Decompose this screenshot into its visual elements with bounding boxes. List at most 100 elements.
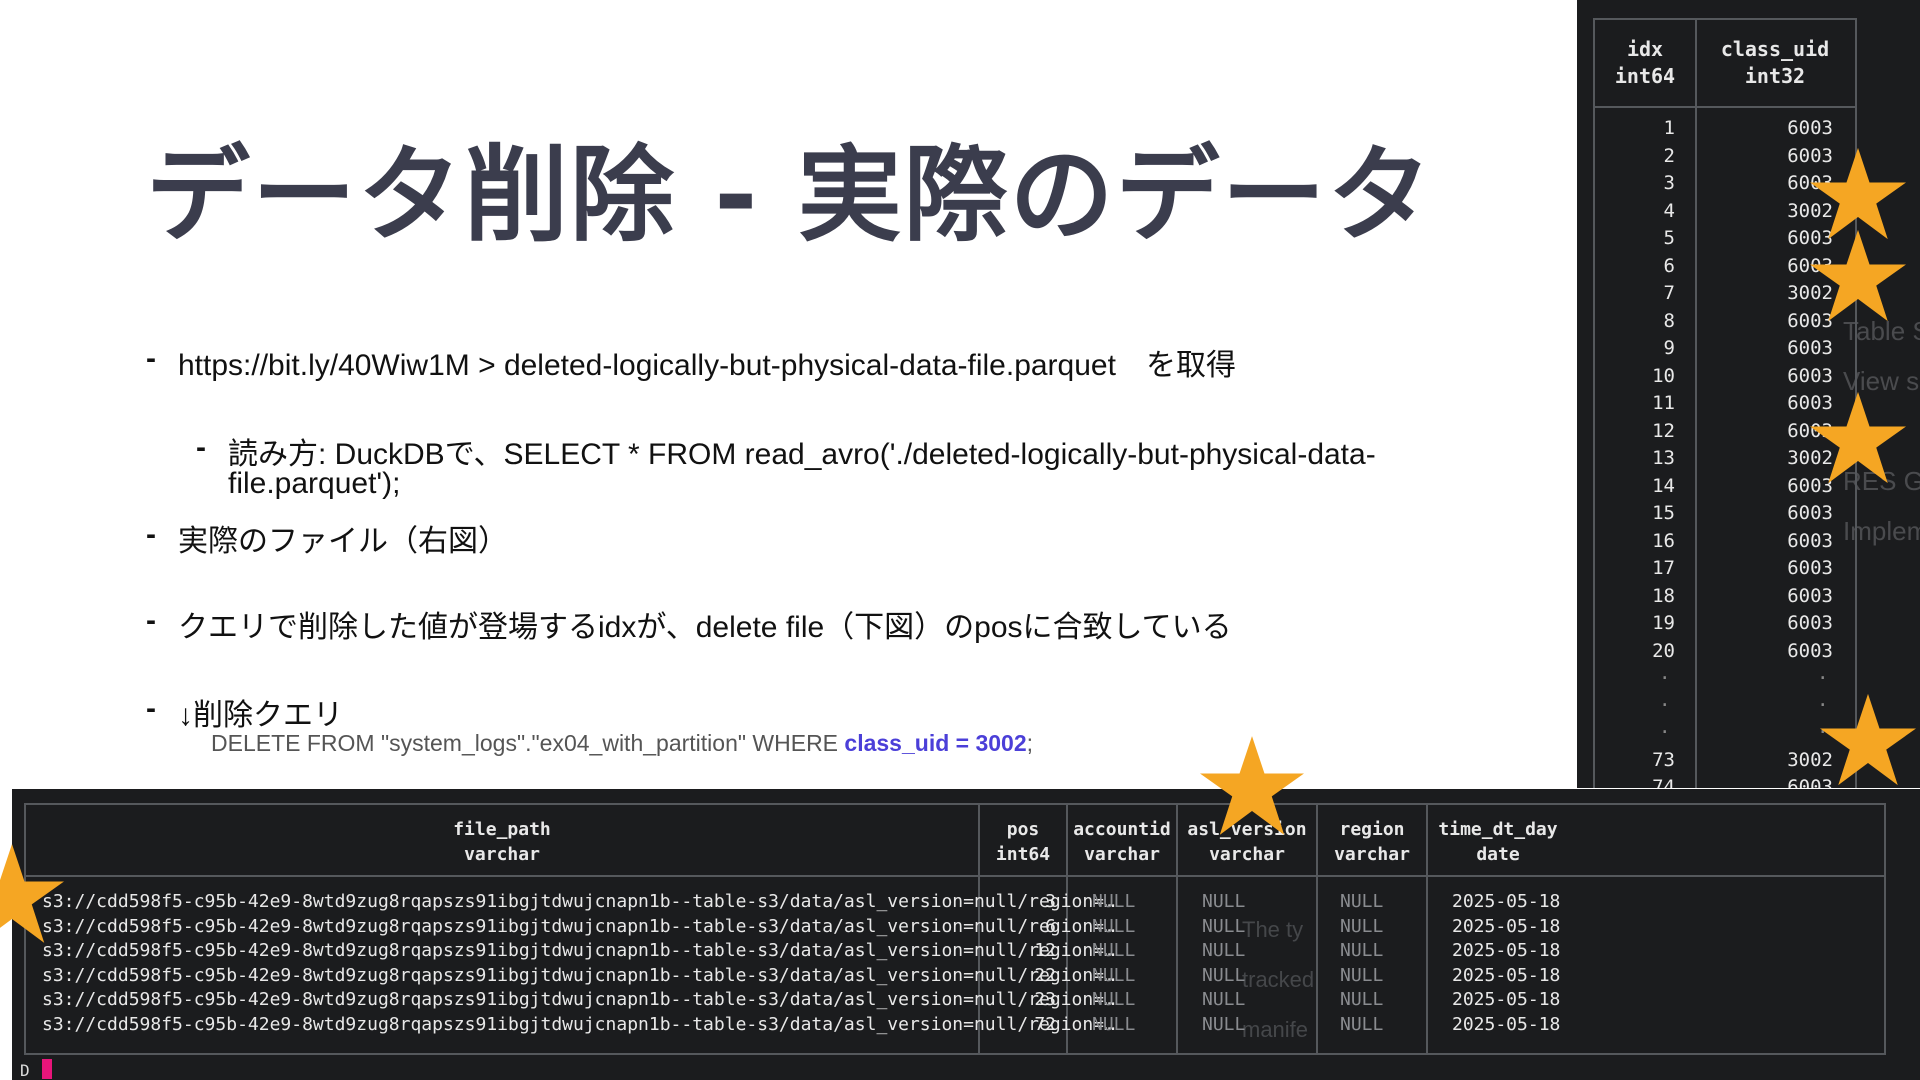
star-marker-icon [1820,693,1916,786]
idx-cell: 17 [1652,557,1675,579]
star-marker-icon [1810,391,1906,484]
sql-suffix: ; [1026,730,1034,756]
pos-cell: 23 [1034,989,1056,1010]
asl-version-cell: NULL [1202,964,1246,986]
table-row: 74 6003 [1595,776,1855,788]
idx-cell: 18 [1652,584,1675,607]
idx-cell: 8 [1663,309,1675,332]
bullet-read-method-cont: file.parquet'); [228,467,401,500]
pos-cell: 72 [1034,1013,1056,1035]
delete-sql-query: DELETE FROM "system_logs"."ex04_with_par… [211,730,1033,757]
idx-cell: 5 [1663,227,1675,249]
table-row: s3://cdd598f5-c95b-42e9-8wtd9zug8rqapszs… [26,1014,1884,1039]
column-header-pos: pos int64 [995,819,1051,865]
terminal-cursor[interactable] [42,1059,52,1079]
file-path-cell: s3://cdd598f5-c95b-42e9-8wtd9zug8rqapszs… [42,1013,1115,1035]
accountid-cell: NULL [1092,891,1136,912]
table-row: s3://cdd598f5-c95b-42e9-8wtd9zug8rqapszs… [26,916,1884,941]
accountid-cell: NULL [1092,915,1136,937]
ellipsis-dot: · [1659,667,1671,689]
class-uid-cell: 6003 [1787,639,1833,662]
bullet-dash: - [146,342,156,375]
class-uid-cell: 6003 [1787,529,1833,552]
bullet-idx-pos: クエリで削除した値が登場するidxが、delete file（下図）のposに合… [178,611,1232,644]
class-uid-cell: 6003 [1787,117,1833,139]
table-row: s3://cdd598f5-c95b-42e9-8wtd9zug8rqapszs… [26,940,1884,965]
region-cell: NULL [1340,1013,1384,1035]
idx-cell: 15 [1652,502,1675,524]
idx-cell: 14 [1652,474,1675,497]
idx-cell: 6 [1663,254,1675,277]
file-path-cell: s3://cdd598f5-c95b-42e9-8wtd9zug8rqapszs… [42,891,1115,912]
accountid-cell: NULL [1092,1013,1136,1035]
pos-cell: 6 [1045,915,1056,937]
star-marker-icon [1810,229,1906,322]
table-row: 15 6003 [1595,502,1855,529]
table-row: 10 6003 [1595,365,1855,392]
table-row: s3://cdd598f5-c95b-42e9-8wtd9zug8rqapszs… [26,989,1884,1014]
table-row: 19 6003 [1595,612,1855,639]
accountid-cell: NULL [1092,940,1136,961]
idx-cell: 13 [1652,447,1675,469]
sql-prefix: DELETE FROM "system_logs"."ex04_with_par… [211,730,845,756]
terminal-prompt: D [20,1061,30,1080]
idx-cell: 20 [1652,639,1675,662]
slide-title: データ削除 - 実際のデータ [146,134,1434,256]
region-cell: NULL [1340,915,1384,937]
class-uid-cell: 6003 [1787,557,1833,579]
time-dt-day-cell: 2025-05-18 [1452,989,1561,1010]
bullet-dash: - [146,692,156,725]
idx-cell: 16 [1652,529,1675,552]
bullet-actual-file: 実際のファイル（右図） [178,525,508,558]
table-row: s3://cdd598f5-c95b-42e9-8wtd9zug8rqapszs… [26,891,1884,916]
time-dt-day-cell: 2025-05-18 [1452,891,1561,912]
ellipsis-dot: · [1817,667,1829,689]
bullet-download: https://bit.ly/40Wiw1M > deleted-logical… [178,349,1236,382]
column-header-idx: idx int64 [1614,37,1676,88]
idx-cell: 11 [1652,392,1675,414]
sql-highlight: class_uid = 3002 [844,730,1027,756]
idx-cell: 2 [1663,144,1675,167]
delete-file-table-grid: file_path varchar pos int64 accountid varch… [24,803,1886,1055]
asl-version-cell: NULL [1202,915,1246,937]
pos-cell: 12 [1034,940,1056,961]
idx-cell: 12 [1652,419,1675,442]
column-header-file-path: file_path varchar [453,819,551,865]
class-uid-cell: 6003 [1787,337,1833,359]
bullet-delete-query: ↓削除クエリ [178,699,343,732]
class-uid-cell: 6003 [1787,364,1833,387]
star-marker-icon [1200,736,1304,835]
table-row: 18 6003 [1595,585,1855,612]
column-header-time-dt-day: time_dt_day date [1438,819,1558,865]
class-uid-cell: 6003 [1787,502,1833,524]
ellipsis-dot: · [1659,694,1671,716]
bullet-dash: - [146,518,156,551]
idx-cell: 10 [1652,364,1675,387]
class-uid-cell: 6003 [1787,584,1833,607]
idx-cell: 1 [1663,117,1675,139]
region-cell: NULL [1340,964,1384,986]
idx-cell: 73 [1652,749,1675,771]
class-uid-cell: 6003 [1787,612,1833,634]
accountid-cell: NULL [1092,989,1136,1010]
region-cell: NULL [1340,891,1384,912]
time-dt-day-cell: 2025-05-18 [1452,940,1561,961]
table-row: 73 3002 [1595,749,1855,776]
time-dt-day-cell: 2025-05-18 [1452,1013,1561,1035]
accountid-cell: NULL [1092,964,1136,986]
table-row: 1 6003 [1595,117,1855,144]
asl-version-cell: NULL [1202,1013,1246,1035]
terminal-bottom-delete-file-table: The ty tracked manife file_path varchar p… [12,789,1920,1080]
table-row: s3://cdd598f5-c95b-42e9-8wtd9zug8rqapszs… [26,965,1884,990]
idx-cell: 9 [1663,337,1675,359]
table-row: 9 6003 [1595,337,1855,364]
file-path-cell: s3://cdd598f5-c95b-42e9-8wtd9zug8rqapszs… [42,989,1115,1010]
bullet-dash: - [146,604,156,637]
star-marker-icon [0,844,64,943]
idx-cell: 19 [1652,612,1675,634]
column-header-class-uid: class_uid int32 [1720,37,1830,88]
file-path-cell: s3://cdd598f5-c95b-42e9-8wtd9zug8rqapszs… [42,915,1115,937]
file-path-cell: s3://cdd598f5-c95b-42e9-8wtd9zug8rqapszs… [42,964,1115,986]
idx-cell: 7 [1663,282,1675,304]
pos-cell: 22 [1034,964,1056,986]
